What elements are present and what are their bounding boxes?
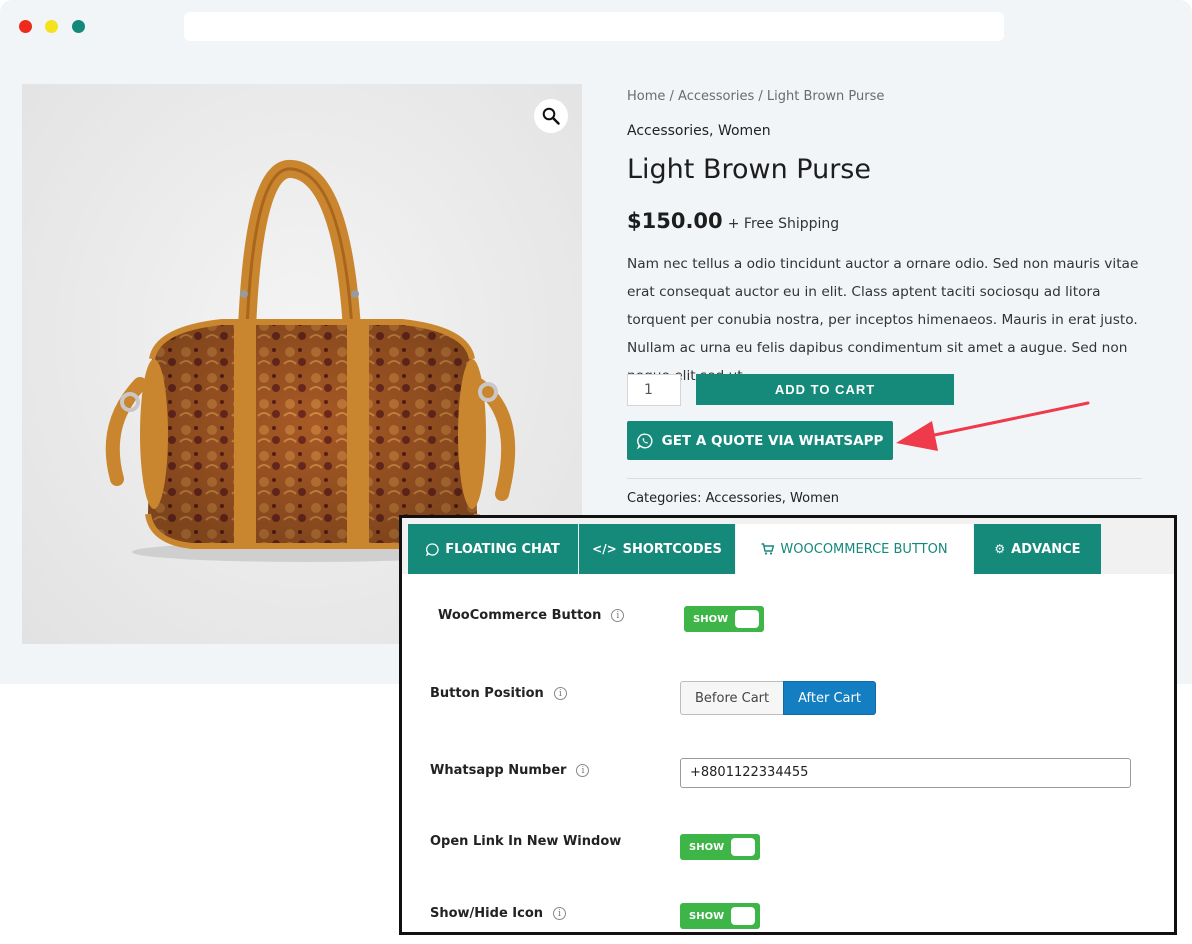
- tab-label: FLOATING CHAT: [445, 541, 560, 557]
- code-icon: </>: [592, 542, 617, 556]
- tab-floating-chat[interactable]: FLOATING CHAT: [408, 524, 578, 574]
- breadcrumb-home-link[interactable]: Home: [627, 89, 665, 104]
- price-row: $150.00 + Free Shipping: [627, 209, 839, 233]
- whatsapp-quote-button[interactable]: GET A QUOTE VIA WHATSAPP: [627, 421, 893, 460]
- minimize-window-dot[interactable]: [45, 20, 58, 33]
- setting-label-text: Button Position: [430, 686, 544, 701]
- setting-label-text: Show/Hide Icon: [430, 906, 544, 921]
- toggle-label: SHOW: [689, 910, 725, 922]
- magnifier-icon: [542, 107, 560, 125]
- breadcrumb: Home / Accessories / Light Brown Purse: [627, 89, 884, 104]
- whatsapp-settings-panel: FLOATING CHAT </> SHORTCODES WOOCOMMERCE…: [399, 515, 1177, 935]
- address-bar[interactable]: [184, 12, 1004, 41]
- toggle-knob: [731, 907, 755, 925]
- product-title: Light Brown Purse: [627, 154, 871, 185]
- woocommerce-button-label: WooCommerce Button i: [438, 608, 625, 623]
- toggle-label: SHOW: [693, 613, 729, 625]
- open-new-window-toggle[interactable]: SHOW: [680, 834, 760, 860]
- tab-woocommerce-button[interactable]: WOOCOMMERCE BUTTON: [736, 524, 973, 574]
- breadcrumb-category-link[interactable]: Accessories: [678, 89, 754, 104]
- product-categories-meta: Categories: Accessories, Women: [627, 491, 839, 506]
- whatsapp-number-input[interactable]: +8801122334455: [680, 758, 1131, 788]
- tab-label: SHORTCODES: [622, 541, 722, 557]
- toggle-knob: [731, 838, 755, 856]
- product-price: $150.00: [627, 209, 723, 233]
- toggle-label: SHOW: [689, 841, 725, 853]
- maximize-window-dot[interactable]: [72, 20, 85, 33]
- whatsapp-icon: [636, 433, 653, 449]
- divider: [627, 478, 1142, 479]
- tab-advance[interactable]: ⚙ ADVANCE: [974, 524, 1101, 574]
- info-icon[interactable]: i: [611, 609, 625, 622]
- button-position-label: Button Position i: [430, 686, 567, 701]
- gears-icon: ⚙: [994, 542, 1006, 556]
- whatsapp-number-label: Whatsapp Number i: [430, 763, 590, 778]
- setting-label-text: Open Link In New Window: [430, 834, 622, 849]
- annotation-arrow-icon: [896, 401, 1090, 451]
- open-new-window-label: Open Link In New Window: [430, 834, 621, 849]
- toggle-knob: [735, 610, 759, 628]
- shipping-note: + Free Shipping: [727, 216, 840, 232]
- breadcrumb-separator: /: [665, 89, 679, 104]
- show-hide-icon-label: Show/Hide Icon i: [430, 906, 567, 921]
- breadcrumb-current: Light Brown Purse: [766, 89, 885, 104]
- before-cart-option[interactable]: Before Cart: [680, 681, 784, 715]
- product-categories-top[interactable]: Accessories, Women: [627, 123, 771, 139]
- button-position-segmented-control: Before Cart After Cart: [680, 681, 876, 715]
- after-cart-option[interactable]: After Cart: [783, 681, 876, 715]
- tab-shortcodes[interactable]: </> SHORTCODES: [579, 524, 735, 574]
- whatsapp-icon: [426, 542, 439, 556]
- setting-label-text: WooCommerce Button: [438, 608, 602, 623]
- quantity-input[interactable]: 1: [627, 374, 681, 406]
- info-icon[interactable]: i: [576, 764, 590, 777]
- info-icon[interactable]: i: [553, 687, 567, 700]
- cart-icon: [761, 543, 775, 555]
- close-window-dot[interactable]: [19, 20, 32, 33]
- woocommerce-button-toggle[interactable]: SHOW: [684, 606, 764, 632]
- settings-tab-bar: FLOATING CHAT </> SHORTCODES WOOCOMMERCE…: [402, 518, 1174, 574]
- product-description: Nam nec tellus a odio tincidunt auctor a…: [627, 256, 1139, 384]
- breadcrumb-separator: /: [754, 89, 767, 104]
- setting-label-text: Whatsapp Number: [430, 763, 567, 778]
- tab-label: WOOCOMMERCE BUTTON: [780, 541, 948, 557]
- zoom-button[interactable]: [534, 99, 568, 133]
- show-hide-icon-toggle[interactable]: SHOW: [680, 903, 760, 929]
- info-icon[interactable]: i: [553, 907, 567, 920]
- tab-label: ADVANCE: [1011, 541, 1081, 557]
- whatsapp-quote-label: GET A QUOTE VIA WHATSAPP: [661, 432, 884, 449]
